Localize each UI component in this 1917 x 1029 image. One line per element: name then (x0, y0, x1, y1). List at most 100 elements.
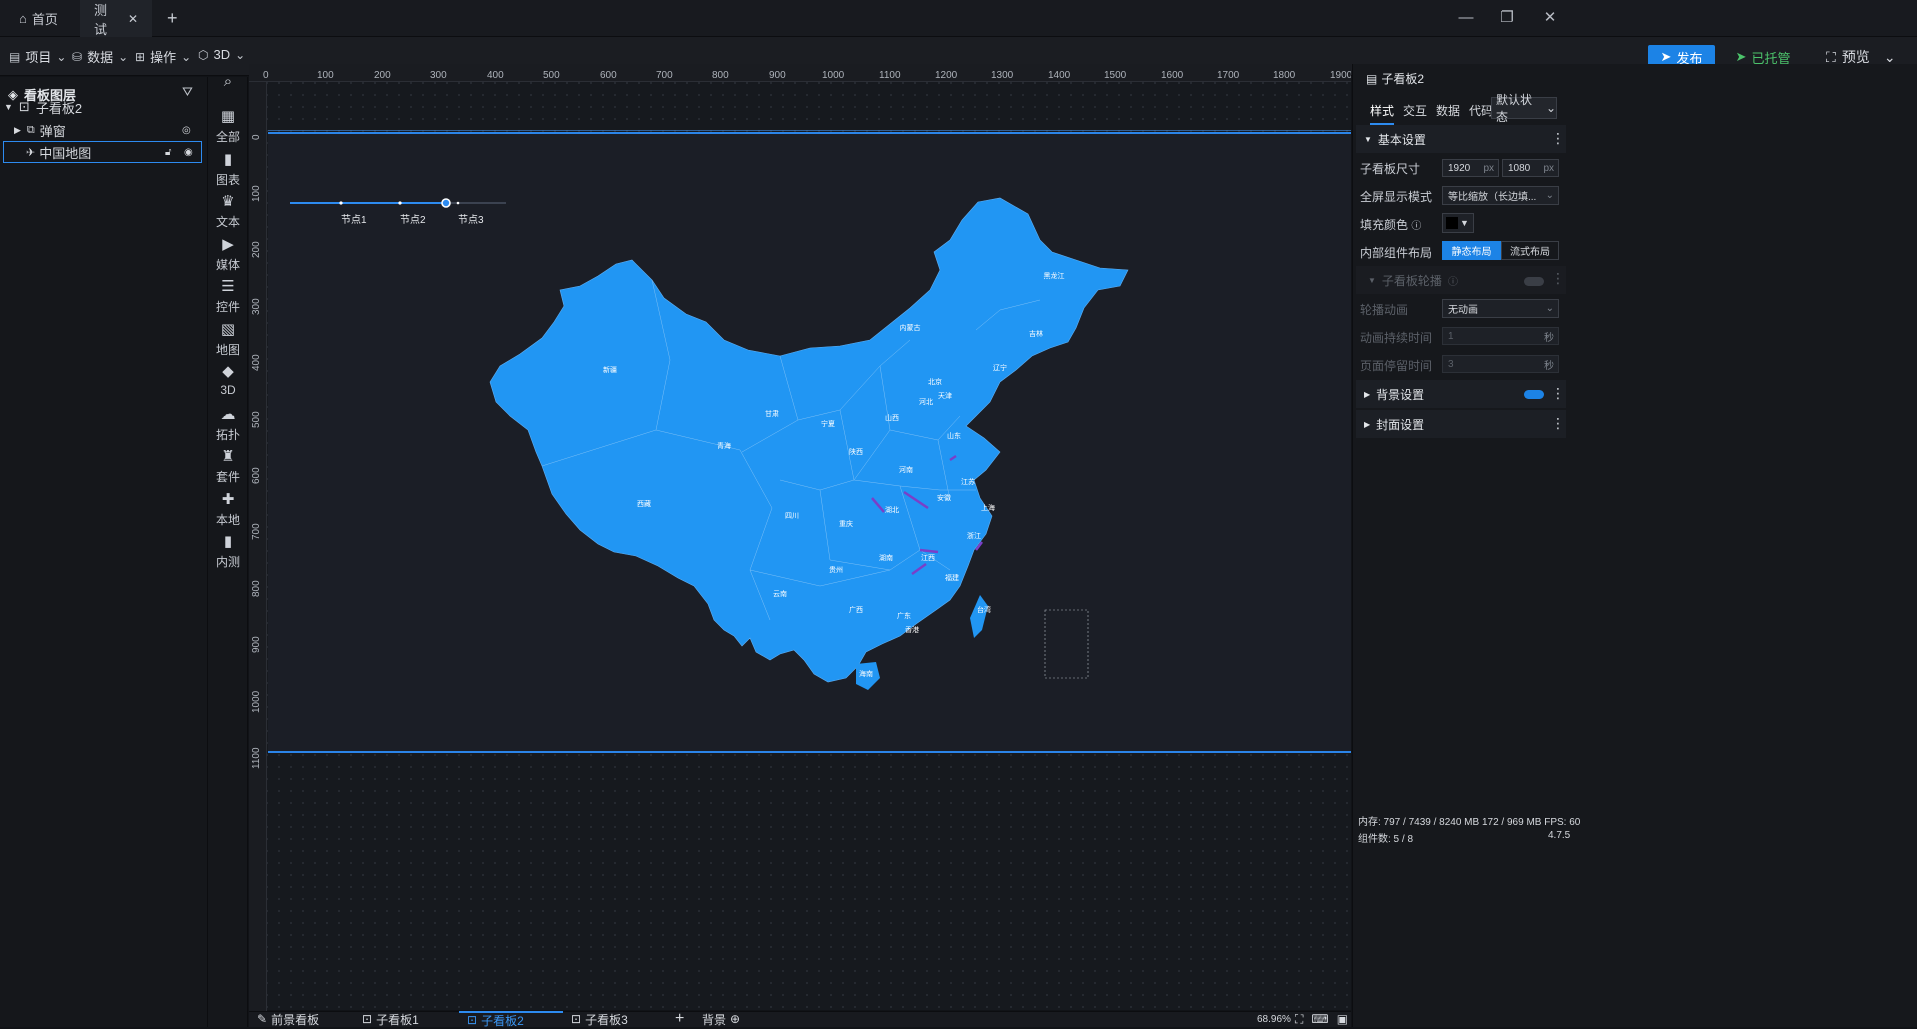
comp-all[interactable]: ▦ 全部 (208, 108, 248, 150)
puzzle-icon: ✚ (221, 491, 235, 508)
more-icon[interactable]: ⋮ (1551, 270, 1565, 287)
comp-local[interactable]: ✚ 本地 (208, 491, 248, 533)
comp-text[interactable]: ♛ 文本 (208, 193, 248, 235)
shirt-icon: ♜ (221, 448, 235, 465)
ruler-tick: 100 (251, 185, 262, 202)
board-tab-background[interactable]: 背景 ⊕ (702, 1011, 740, 1027)
width-value: 1920 (1448, 162, 1471, 174)
menu-operate[interactable]: ⊞ 操作 ⌄ (135, 47, 191, 66)
fill-color-picker[interactable]: ▼ (1442, 213, 1474, 233)
height-input[interactable]: 1080 px (1502, 159, 1559, 177)
add-circle-icon[interactable]: ⊕ (730, 1012, 740, 1026)
ruler-tick: 100 (317, 70, 334, 81)
board-tab-sub1[interactable]: ⊡ 子看板1 (362, 1011, 419, 1027)
map-shape[interactable] (489, 197, 1129, 683)
tab-interaction[interactable]: 交互 (1403, 102, 1427, 119)
layer-item-china-map[interactable]: ✈ 中国地图 🔓︎ ◉ (3, 141, 202, 163)
timeline-node[interactable] (398, 201, 402, 205)
layer-item-subboard2[interactable]: ▼ ⊡ 子看板2 (0, 96, 206, 118)
menu-project-label: 项目 (25, 50, 52, 65)
keyboard-icon[interactable]: ⌨ (1311, 1012, 1328, 1026)
more-icon[interactable]: ⋮ (1551, 385, 1565, 402)
ruler-tick: 1000 (251, 690, 262, 713)
guide-line (268, 130, 1351, 131)
tab-home[interactable]: ⌂ 首页 (5, 0, 72, 37)
canvas-tools: ⛶ ⌨ ▣ (1295, 1011, 1348, 1027)
anim-select[interactable]: 无动画 ⌄ (1442, 299, 1559, 318)
fit-icon[interactable]: ⛶ (1295, 1012, 1303, 1027)
send-icon: ➤ (1735, 49, 1747, 64)
comp-control[interactable]: ☰ 控件 (208, 278, 248, 320)
width-input[interactable]: 1920 px (1442, 159, 1499, 177)
board-tab-foreground[interactable]: ✎ 前景看板 (257, 1011, 319, 1027)
ruler-tick: 1700 (1217, 70, 1240, 81)
tab-code[interactable]: 代码 (1469, 102, 1493, 119)
board-tab-sub2[interactable]: ⊡ 子看板2 (459, 1011, 563, 1028)
stay-label: 页面停留时间 (1360, 359, 1433, 373)
layout-static-button[interactable]: 静态布局 (1442, 241, 1501, 260)
memory-status: 内存: 797 / 7439 / 8240 MB 172 / 969 MB FP… (1358, 817, 1581, 828)
comp-beta[interactable]: ▮ 内测 (208, 533, 248, 575)
timeline-node[interactable] (456, 201, 460, 205)
comp-topology[interactable]: ☁ 拓扑 (208, 406, 248, 448)
menu-3d[interactable]: ⬡ 3D ⌄ (198, 47, 245, 62)
terminal-icon[interactable]: ▣ (1337, 1012, 1348, 1026)
more-icon[interactable]: ⋮ (1551, 130, 1565, 147)
layer-item-label: 子看板2 (35, 100, 83, 116)
search-button[interactable]: ⌕ (208, 71, 248, 113)
map-island-taiwan[interactable] (970, 595, 988, 638)
layer-item-popup[interactable]: ▶ ⧉ 弹窗 ◎ (0, 119, 206, 141)
tab-style[interactable]: 样式 (1370, 102, 1395, 125)
version-label: 4.7.5 (1548, 830, 1571, 841)
restore-button[interactable]: ❐ (1496, 8, 1518, 28)
comp-media[interactable]: ▶ 媒体 (208, 236, 248, 278)
province-label: 四川 (785, 512, 799, 520)
caret-right-icon[interactable]: ▶ (14, 125, 21, 136)
grid-icon: ⊞ (135, 49, 146, 64)
tab-test[interactable]: 测试 ✕ (80, 0, 152, 37)
close-window-button[interactable]: ✕ (1539, 8, 1561, 28)
ruler-tick: 800 (712, 70, 729, 81)
layout-flow-label: 流式布局 (1510, 247, 1550, 258)
province-label: 重庆 (839, 519, 853, 528)
unlock-icon[interactable]: 🔓︎ (165, 147, 171, 158)
close-icon[interactable]: ✕ (128, 12, 138, 26)
ruler-tick: 1300 (991, 70, 1014, 81)
fullscreen-select[interactable]: 等比缩放（长边填... ⌄ (1442, 186, 1559, 205)
section-basic[interactable]: ▼ 基本设置 (1356, 125, 1566, 153)
caret-down-icon[interactable]: ▼ (4, 102, 13, 112)
board-tab-sub3[interactable]: ⊡ 子看板3 (571, 1011, 628, 1027)
help-icon[interactable]: ⓘ (1411, 221, 1421, 232)
carousel-toggle[interactable] (1524, 277, 1544, 286)
zoom-level[interactable]: 68.96% (1257, 1011, 1291, 1027)
eye-off-icon[interactable]: ◎ (182, 125, 191, 136)
timeline-handle[interactable] (441, 198, 451, 208)
state-select[interactable]: 默认状态 ⌄ (1491, 93, 1557, 124)
menu-project[interactable]: ▤ 项目 ⌄ (9, 47, 66, 66)
stay-input[interactable]: 3秒 (1442, 355, 1559, 373)
sec-label: 秒 (1544, 360, 1554, 372)
background-toggle[interactable] (1524, 390, 1544, 399)
add-tab-button[interactable]: + (153, 0, 192, 37)
timeline-track[interactable] (288, 196, 510, 210)
layout-flow-button[interactable]: 流式布局 (1501, 241, 1559, 260)
menu-data[interactable]: ⛁ 数据 ⌄ (72, 47, 128, 66)
board-tab-label: 子看板1 (376, 1012, 419, 1027)
comp-chart[interactable]: ▮ 图表 (208, 151, 248, 193)
eye-icon[interactable]: ◉ (184, 147, 193, 158)
minimize-button[interactable]: — (1455, 8, 1477, 28)
help-icon: ⓘ (1447, 276, 1458, 288)
comp-3d[interactable]: ◆ 3D (208, 363, 248, 405)
timeline-node[interactable] (339, 201, 343, 205)
duration-input[interactable]: 1秒 (1442, 327, 1559, 345)
add-board-button[interactable]: + (675, 1010, 684, 1027)
ruler-tick: 600 (251, 467, 262, 484)
ruler-tick: 500 (251, 411, 262, 428)
comp-kit[interactable]: ♜ 套件 (208, 448, 248, 490)
comp-map[interactable]: ▧ 地图 (208, 321, 248, 363)
more-icon[interactable]: ⋮ (1551, 415, 1565, 432)
china-map[interactable]: 新疆西藏 青海 甘肃 内蒙古 黑龙江吉林辽宁北京天津河北山西宁夏陕西 山东河南江苏安徽上海… (480, 190, 1140, 700)
tab-data[interactable]: 数据 (1436, 102, 1460, 119)
ruler-tick: 900 (251, 636, 262, 653)
section-cover[interactable]: ▶ 封面设置 (1356, 410, 1566, 438)
